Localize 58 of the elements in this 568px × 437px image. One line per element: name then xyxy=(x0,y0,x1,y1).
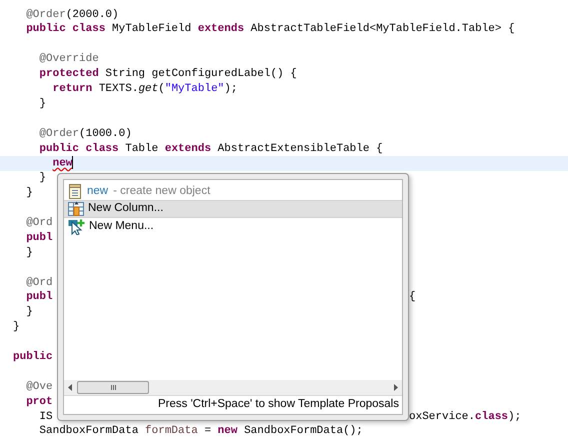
code-text: oxService. xyxy=(409,410,476,423)
keyword: public class xyxy=(25,23,106,36)
annotation: @Order xyxy=(38,128,80,140)
right-arrow-icon[interactable] xyxy=(392,383,400,392)
annotation: @Override xyxy=(38,53,99,66)
keyword: public xyxy=(13,350,53,363)
code-text: } xyxy=(38,172,46,184)
keyword: extends xyxy=(164,142,212,155)
proposal-keyword: new xyxy=(87,184,108,199)
code-text: MyTableField xyxy=(111,23,192,36)
status-hint: Press 'Ctrl+Space' to show Template Proposals xyxy=(158,397,399,412)
table-column-icon xyxy=(68,201,84,217)
code-text: SandboxFormData(); xyxy=(243,425,363,437)
keyword: extends xyxy=(198,23,244,36)
keyword: protected xyxy=(38,68,99,80)
keyword: public class xyxy=(38,142,119,155)
method-name: get xyxy=(138,82,158,95)
code-text: SandboxFormData xyxy=(38,425,140,437)
document-icon xyxy=(68,184,82,199)
code-text: AbstractExtensibleTable { xyxy=(216,142,383,155)
annotation: @Ove xyxy=(25,380,53,393)
code-text: } xyxy=(25,306,33,318)
variable-name: formData xyxy=(145,425,198,437)
horizontal-scrollbar[interactable] xyxy=(64,380,402,395)
keyword: publ xyxy=(25,232,53,244)
code-text: AbstractTableField<MyTableField.Table> { xyxy=(250,23,515,36)
error-keyword: new xyxy=(52,158,72,170)
text-cursor xyxy=(72,156,74,170)
keyword: prot xyxy=(25,396,53,408)
proposal-item[interactable]: New Column... xyxy=(64,200,402,218)
code-text: String getConfiguredLabel() { xyxy=(104,68,297,80)
proposal-description: - create new object xyxy=(113,184,210,199)
annotation: @Ord xyxy=(25,216,53,229)
keyword: new xyxy=(218,425,238,437)
keyword: publ xyxy=(25,291,53,304)
code-text: ( xyxy=(158,82,165,95)
scrollbar-thumb[interactable] xyxy=(77,381,149,394)
code-text: { xyxy=(409,291,416,304)
code-text: } xyxy=(25,187,33,200)
string-literal: "MyTable" xyxy=(164,82,224,95)
code-text: (2000.0) xyxy=(66,8,119,20)
code-text: (1000.0) xyxy=(79,128,132,140)
code-text: Table xyxy=(124,142,160,155)
annotation: @Order xyxy=(25,8,66,20)
left-arrow-icon[interactable] xyxy=(66,383,74,392)
code-text: ); xyxy=(224,82,238,95)
code-text: TEXTS. xyxy=(98,82,138,95)
proposal-item[interactable]: New Menu... xyxy=(64,218,402,236)
code-text: IS xyxy=(38,410,53,423)
keyword: return xyxy=(52,82,92,95)
code-text: = xyxy=(203,425,212,437)
code-text: ); xyxy=(508,410,522,423)
cursor-plus-icon xyxy=(68,219,85,235)
code-text: } xyxy=(25,246,33,259)
keyword: class xyxy=(475,410,508,423)
code-text: } xyxy=(13,321,20,334)
code-text: } xyxy=(38,98,46,110)
annotation: @Ord xyxy=(25,276,53,289)
